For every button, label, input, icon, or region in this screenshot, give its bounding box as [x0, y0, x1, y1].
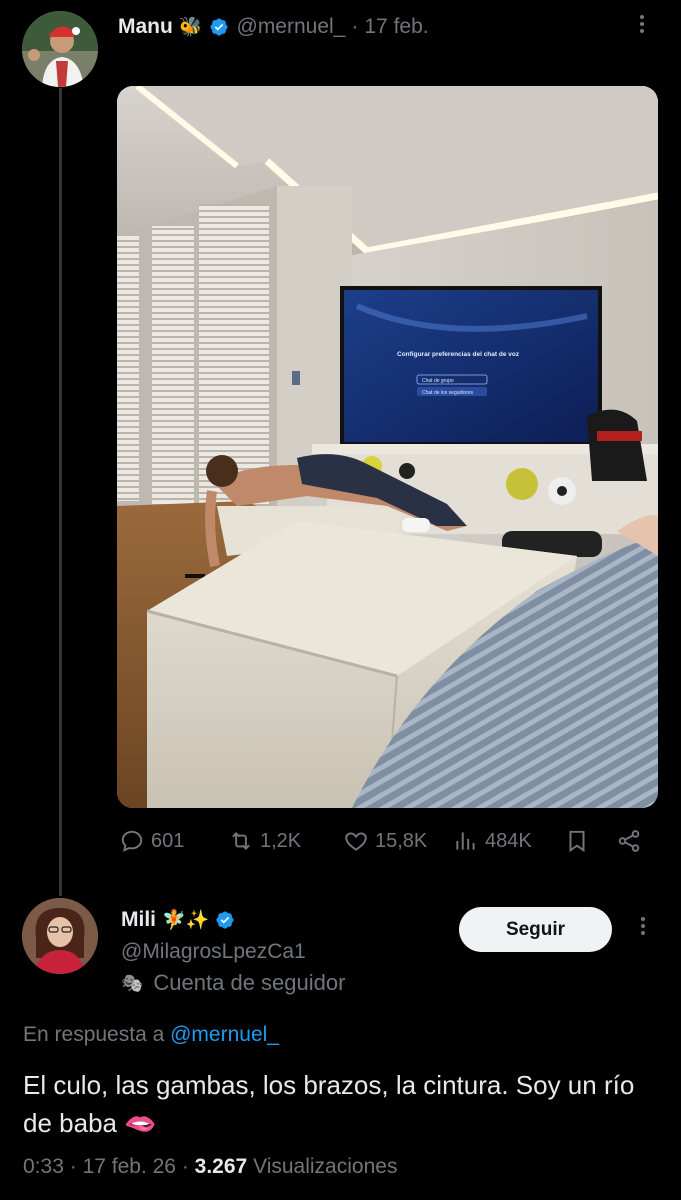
retweet-count: 1,2K: [260, 829, 302, 852]
views-chart-icon: [456, 832, 475, 850]
bookmark-action[interactable]: [564, 828, 590, 854]
reply-icon: [121, 830, 143, 852]
in-reply-prefix: En respuesta a: [23, 1023, 165, 1046]
bee-emoji: 🐝: [178, 17, 203, 38]
reply-text: El culo, las gambas, los brazos, la cint…: [23, 1070, 635, 1138]
reply-count: 601: [151, 829, 185, 852]
heart-icon: [345, 832, 367, 851]
like-count: 15,8K: [375, 829, 428, 852]
like-action[interactable]: 15,8K: [343, 828, 427, 854]
reply-views-label: Visualizaciones: [253, 1155, 398, 1178]
reply-action[interactable]: 601: [119, 828, 184, 854]
reply-meta-separator-1: ·: [69, 1155, 77, 1178]
bookmark-icon: [569, 830, 585, 853]
thread-line: [59, 88, 62, 896]
in-reply-handle-link[interactable]: @mernuel_: [170, 1023, 279, 1046]
views-count: 484K: [485, 829, 532, 852]
reply-date[interactable]: 17 feb. 26: [83, 1155, 176, 1178]
share-icon: [618, 830, 640, 852]
tweet-more-options-icon[interactable]: [632, 12, 652, 42]
reply-author-handle[interactable]: @MilagrosLpezCa1: [121, 940, 306, 964]
share-action[interactable]: [616, 828, 642, 854]
tweet-date[interactable]: 17 feb.: [364, 15, 428, 39]
author-handle[interactable]: @mernuel_: [237, 15, 346, 39]
views-action[interactable]: 484K: [453, 828, 532, 854]
reply-author-avatar[interactable]: [22, 898, 98, 974]
in-reply-to: En respuesta a @mernuel_: [23, 1023, 279, 1047]
reply-more-options-icon[interactable]: [633, 914, 653, 944]
theater-masks-icon: 🎭: [121, 972, 144, 993]
retweet-action[interactable]: 1,2K: [228, 828, 301, 854]
author-avatar[interactable]: [22, 11, 98, 87]
reply-meta-separator-2: ·: [181, 1155, 189, 1178]
account-type-label: Cuenta de seguidor: [153, 970, 346, 995]
reply-meta: 0:33 · 17 feb. 26 · 3.267 Visualizacione…: [23, 1155, 397, 1179]
header-separator: ·: [351, 15, 359, 38]
reply-time[interactable]: 0:33: [23, 1155, 64, 1178]
photo-scene: Configurar preferencias del chat de voz …: [117, 86, 658, 808]
reply-author-row: Mili 🧚✨: [121, 908, 235, 932]
tweet-header: Manu 🐝 @mernuel_ · 17 feb.: [118, 12, 429, 42]
verified-badge-icon: [209, 18, 228, 36]
reply-views-count: 3.267: [194, 1155, 248, 1178]
account-type-row: 🎭 Cuenta de seguidor: [121, 970, 345, 996]
tv-menu-option-2: Chat de los seguidores: [422, 390, 474, 396]
tv-menu-title: Configurar preferencias del chat de voz: [397, 351, 520, 358]
reply-verified-badge-icon: [216, 911, 234, 929]
reply-author-name[interactable]: Mili: [121, 908, 156, 932]
retweet-icon: [232, 832, 250, 850]
tv-menu-option-1: Chat de grupo: [422, 378, 454, 384]
follow-button[interactable]: Seguir: [459, 907, 612, 952]
fairy-sparkles-emoji: 🧚✨: [162, 910, 210, 931]
tweet-photo[interactable]: Configurar preferencias del chat de voz …: [117, 86, 658, 808]
author-name[interactable]: Manu: [118, 15, 173, 39]
